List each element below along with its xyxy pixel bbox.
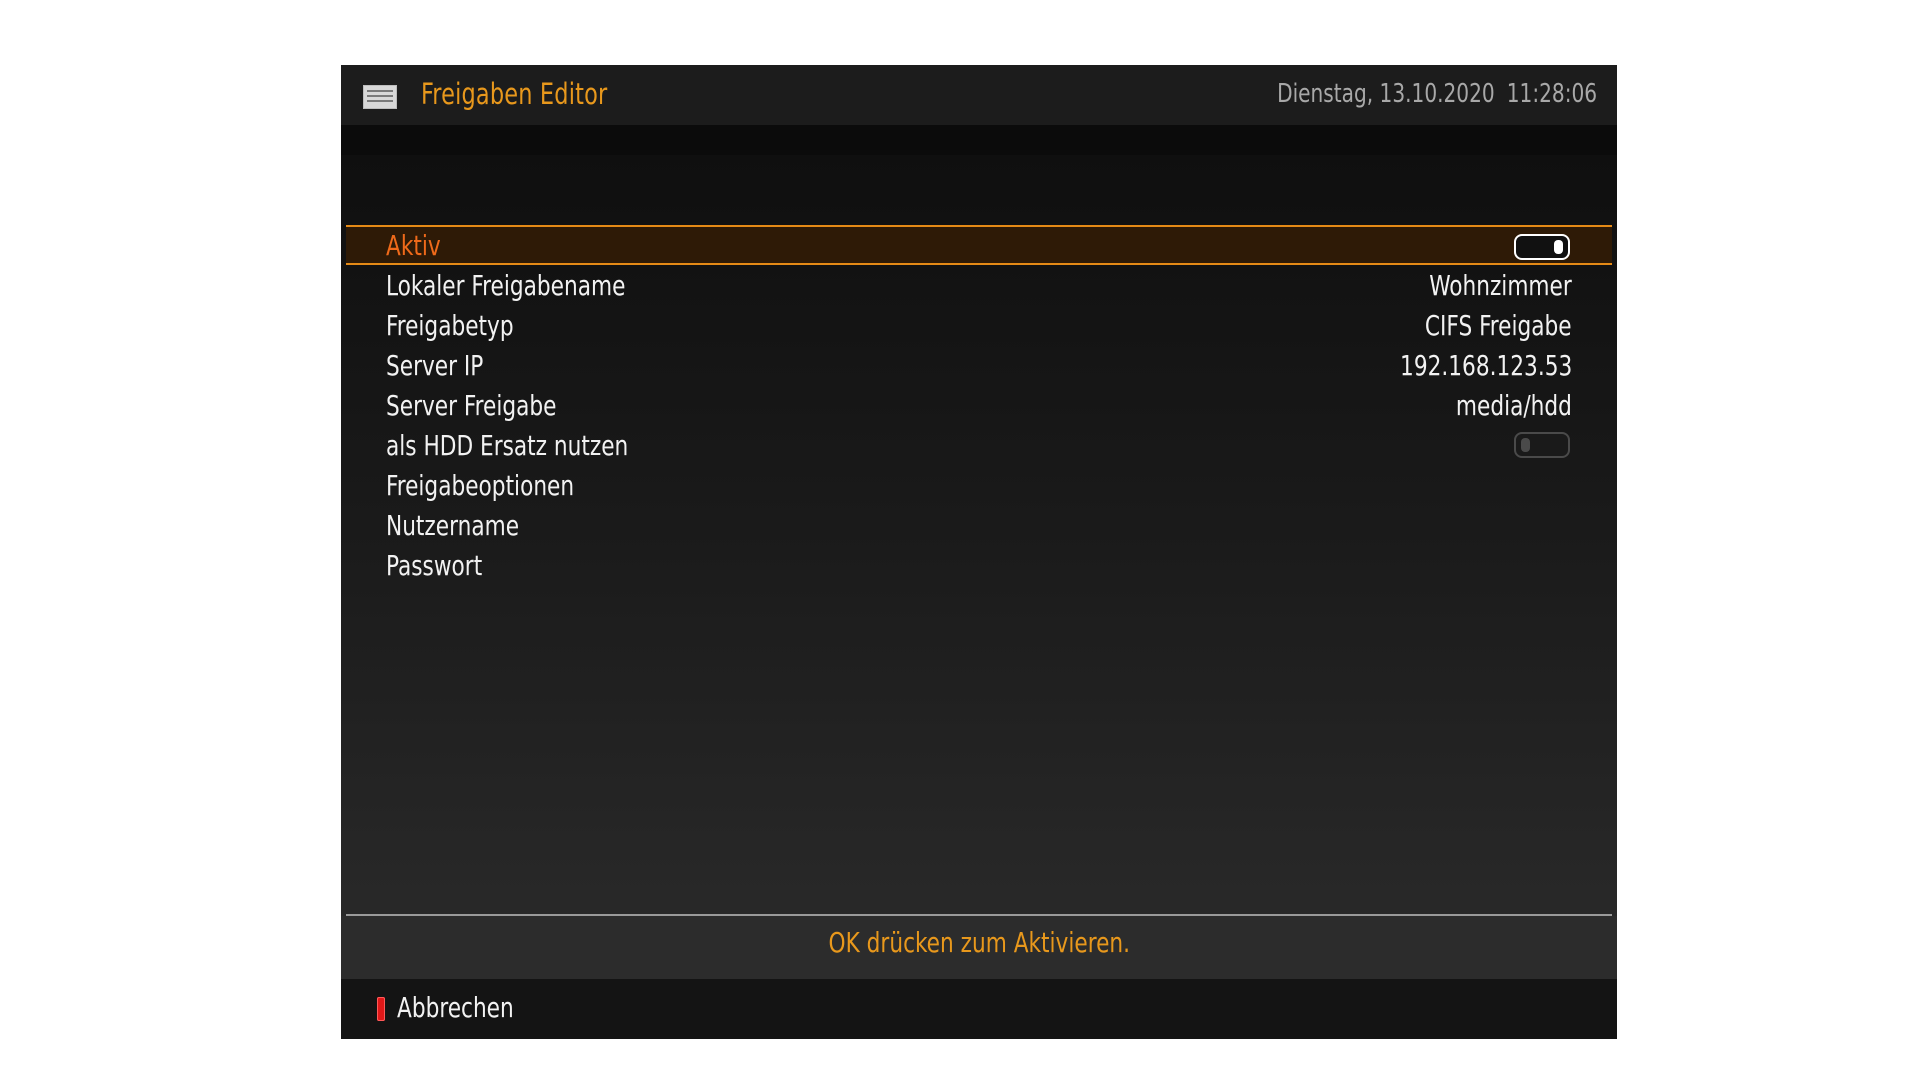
setting-row-freigabetyp[interactable]: Freigabetyp CIFS Freigabe (346, 305, 1612, 345)
header-separator (341, 125, 1617, 155)
date-display: Dienstag, 13.10.2020 (1277, 79, 1495, 109)
cancel-button[interactable]: Abbrechen (397, 991, 514, 1024)
setting-label: Lokaler Freigabename (386, 269, 626, 302)
setting-label: Server Freigabe (386, 389, 557, 422)
clock: Dienstag, 13.10.2020 11:28:06 (1277, 79, 1597, 109)
setting-label: Freigabeoptionen (386, 469, 575, 502)
header: Freigaben Editor Dienstag, 13.10.2020 11:… (341, 65, 1617, 125)
setting-row-server-ip[interactable]: Server IP 192.168.123.53 (346, 345, 1612, 385)
toggle-knob (1554, 240, 1563, 254)
hdd-ersatz-toggle[interactable] (1514, 432, 1570, 458)
setting-label: als HDD Ersatz nutzen (386, 429, 629, 462)
setting-row-nutzername[interactable]: Nutzername (346, 505, 1612, 545)
aktiv-toggle[interactable] (1514, 234, 1570, 260)
setting-row-hdd-ersatz[interactable]: als HDD Ersatz nutzen (346, 425, 1612, 465)
page-title: Freigaben Editor (421, 77, 608, 111)
setting-label: Aktiv (386, 229, 441, 262)
setting-value: media/hdd (1455, 389, 1572, 422)
red-key-icon[interactable] (377, 997, 385, 1021)
help-bar: OK drücken zum Aktivieren. (341, 916, 1617, 979)
setting-label: Freigabetyp (386, 309, 514, 342)
help-text-label: OK drücken zum Aktivieren. (828, 926, 1130, 959)
setting-row-server-freigabe[interactable]: Server Freigabe media/hdd (346, 385, 1612, 425)
screen-icon (363, 85, 397, 109)
setting-row-aktiv[interactable]: Aktiv (346, 225, 1612, 265)
settings-list: Aktiv Lokaler Freigabename Wohnzimmer Fr… (341, 155, 1617, 979)
setting-row-lokaler-freigabename[interactable]: Lokaler Freigabename Wohnzimmer (346, 265, 1612, 305)
setting-value: 192.168.123.53 (1399, 349, 1572, 382)
setting-row-passwort[interactable]: Passwort (346, 545, 1612, 585)
setting-value: CIFS Freigabe (1425, 309, 1572, 342)
help-text: OK drücken zum Aktivieren. (341, 926, 1617, 959)
setting-row-freigabeoptionen[interactable]: Freigabeoptionen (346, 465, 1612, 505)
time-display: 11:28:06 (1506, 79, 1597, 109)
toggle-knob (1521, 438, 1530, 452)
setting-label: Nutzername (386, 509, 520, 542)
share-editor-screen: Freigaben Editor Dienstag, 13.10.2020 11:… (341, 65, 1617, 1039)
setting-label: Passwort (386, 549, 483, 582)
setting-value: Wohnzimmer (1429, 269, 1572, 302)
button-bar: Abbrechen (341, 979, 1617, 1039)
setting-label: Server IP (386, 349, 484, 382)
